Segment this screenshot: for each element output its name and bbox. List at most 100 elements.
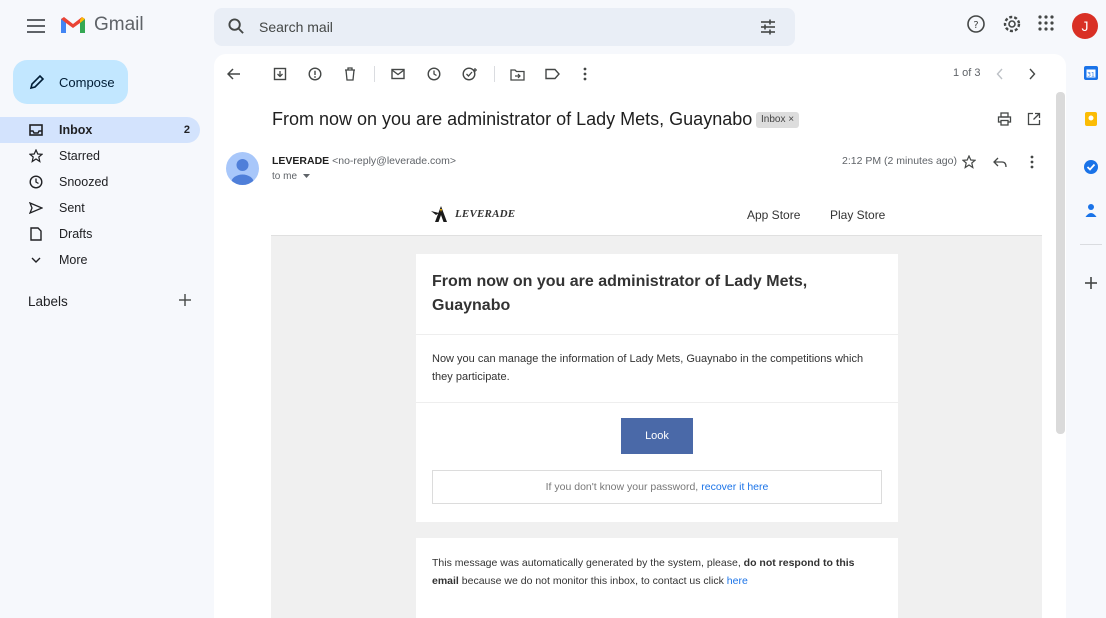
toolbar-divider bbox=[494, 66, 495, 82]
contacts-icon bbox=[1085, 204, 1097, 217]
back-button[interactable] bbox=[224, 64, 244, 84]
older-button[interactable] bbox=[1022, 64, 1042, 84]
recover-password-link[interactable]: recover it here bbox=[701, 481, 768, 493]
apps-button[interactable] bbox=[1037, 14, 1055, 32]
message-time: 2:12 PM (2 minutes ago) bbox=[842, 155, 957, 167]
label-icon bbox=[544, 68, 560, 80]
search-bar[interactable]: Search mail bbox=[214, 8, 795, 46]
sender-email: <no-reply@leverade.com> bbox=[332, 155, 456, 167]
app-store-link[interactable]: App Store bbox=[747, 208, 800, 222]
message-more-button[interactable] bbox=[1022, 152, 1042, 172]
open-new-window-button[interactable] bbox=[1024, 109, 1044, 129]
mark-unread-button[interactable] bbox=[388, 64, 408, 84]
page-count: 1 of 3 bbox=[953, 67, 981, 79]
star-icon bbox=[962, 155, 976, 169]
recipient-toggle[interactable]: to me bbox=[272, 171, 310, 182]
password-notice: If you don't know your password, recover… bbox=[432, 470, 882, 504]
delete-button[interactable] bbox=[340, 64, 360, 84]
person-icon bbox=[231, 159, 254, 185]
account-avatar[interactable]: J bbox=[1072, 13, 1098, 39]
gmail-logo[interactable]: Gmail bbox=[60, 14, 144, 36]
star-button[interactable] bbox=[959, 152, 979, 172]
search-icon[interactable] bbox=[228, 18, 245, 35]
newer-button[interactable] bbox=[990, 64, 1010, 84]
report-spam-button[interactable] bbox=[305, 64, 325, 84]
sidebar-item-snoozed[interactable]: Snoozed bbox=[0, 169, 206, 195]
sidebar-item-starred[interactable]: Starred bbox=[0, 143, 206, 169]
get-addons-button[interactable] bbox=[1082, 274, 1100, 292]
leverade-logo[interactable]: LEVERADE bbox=[431, 205, 515, 223]
email-title: From now on you are administrator of Lad… bbox=[432, 273, 808, 314]
message-view: 1 of 3 From now on you are administrator… bbox=[214, 54, 1066, 618]
main-menu-button[interactable] bbox=[22, 12, 50, 40]
email-message: Now you can manage the information of La… bbox=[432, 353, 864, 383]
clock-icon bbox=[427, 67, 441, 81]
settings-button[interactable] bbox=[1002, 14, 1022, 34]
add-label-button[interactable] bbox=[178, 293, 192, 307]
top-bar: Gmail Search mail ? J bbox=[0, 0, 1106, 54]
sender-name[interactable]: LEVERADE bbox=[272, 155, 329, 167]
footer-pre: This message was automatically generated… bbox=[432, 557, 741, 569]
sidebar-item-more[interactable]: More bbox=[0, 247, 206, 273]
move-to-button[interactable] bbox=[507, 64, 527, 84]
svg-text:?: ? bbox=[973, 20, 978, 31]
add-task-icon bbox=[462, 67, 477, 81]
sidebar-nav: Inbox 2 Starred Snoozed Sent Drafts More bbox=[0, 117, 206, 273]
sender-avatar[interactable] bbox=[226, 152, 259, 185]
help-icon: ? bbox=[967, 15, 985, 33]
clock-icon bbox=[28, 175, 44, 189]
arrow-left-icon bbox=[227, 68, 240, 80]
print-button[interactable] bbox=[994, 109, 1014, 129]
play-store-link[interactable]: Play Store bbox=[830, 208, 885, 222]
search-options-icon[interactable] bbox=[759, 18, 777, 36]
contact-link[interactable]: here bbox=[727, 575, 748, 587]
tasks-button[interactable] bbox=[1082, 158, 1100, 176]
scrollbar[interactable] bbox=[1056, 92, 1065, 434]
more-actions-button[interactable] bbox=[575, 64, 595, 84]
labels-heading: Labels bbox=[28, 294, 68, 309]
toolbar-divider bbox=[374, 66, 375, 82]
compose-button[interactable]: Compose bbox=[13, 60, 128, 104]
sidebar-item-inbox[interactable]: Inbox 2 bbox=[0, 117, 200, 143]
labels-button[interactable] bbox=[542, 64, 562, 84]
search-input[interactable]: Search mail bbox=[259, 19, 333, 35]
calendar-button[interactable]: 31 bbox=[1082, 64, 1100, 82]
chevron-right-icon bbox=[1029, 68, 1036, 80]
plus-icon bbox=[1085, 277, 1097, 289]
pencil-icon bbox=[29, 74, 45, 90]
open-in-new-icon bbox=[1027, 112, 1041, 126]
sidebar-item-sent[interactable]: Sent bbox=[0, 195, 206, 221]
printer-icon bbox=[997, 112, 1011, 126]
more-vert-icon bbox=[1030, 155, 1034, 169]
keep-icon bbox=[1085, 112, 1097, 126]
reply-button[interactable] bbox=[990, 152, 1010, 172]
email-footer: This message was automatically generated… bbox=[416, 538, 898, 618]
sidebar-item-label: Drafts bbox=[59, 227, 93, 241]
sidebar-item-label: More bbox=[59, 253, 88, 267]
apps-grid-icon bbox=[1038, 15, 1054, 31]
add-task-button[interactable] bbox=[460, 64, 480, 84]
card-divider bbox=[416, 334, 898, 335]
tasks-icon bbox=[1084, 160, 1098, 174]
snooze-button[interactable] bbox=[424, 64, 444, 84]
hamburger-icon bbox=[27, 19, 45, 33]
sidebar-item-label: Starred bbox=[59, 149, 100, 163]
email-body: From now on you are administrator of Lad… bbox=[271, 235, 1042, 618]
leverade-logo-icon bbox=[431, 206, 447, 222]
inbox-label-chip[interactable]: Inbox × bbox=[756, 112, 800, 128]
inbox-icon bbox=[28, 124, 44, 136]
sidebar-item-drafts[interactable]: Drafts bbox=[0, 221, 206, 247]
move-folder-icon bbox=[509, 68, 525, 81]
help-button[interactable]: ? bbox=[966, 14, 986, 34]
report-icon bbox=[308, 67, 322, 81]
look-button[interactable]: Look bbox=[621, 418, 693, 454]
sidebar-item-label: Sent bbox=[59, 201, 85, 215]
keep-button[interactable] bbox=[1082, 110, 1100, 128]
contacts-button[interactable] bbox=[1082, 201, 1100, 219]
side-panel-divider bbox=[1080, 244, 1102, 245]
calendar-icon: 31 bbox=[1084, 66, 1098, 80]
sidebar-item-label: Inbox bbox=[59, 123, 93, 137]
archive-button[interactable] bbox=[270, 64, 290, 84]
trash-icon bbox=[345, 67, 355, 81]
reply-icon bbox=[993, 157, 1007, 167]
